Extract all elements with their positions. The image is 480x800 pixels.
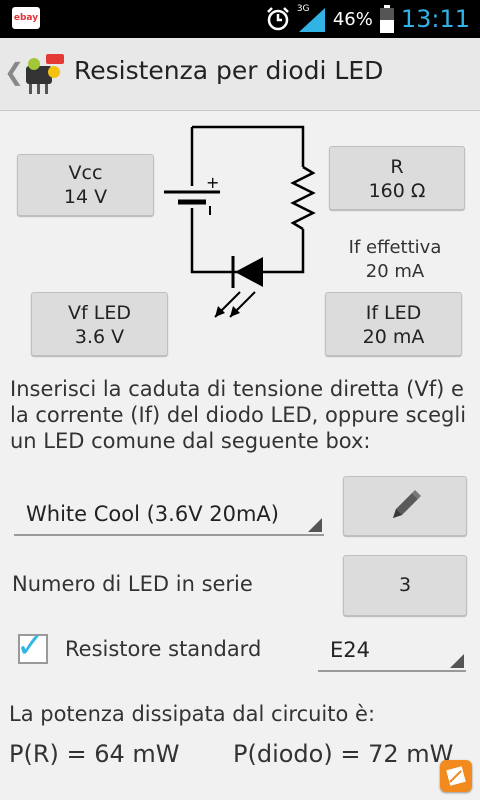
- status-bar: ebay 3G 46% 13:11: [0, 0, 480, 38]
- ebay-notification-icon: ebay: [12, 7, 40, 29]
- led-type-select[interactable]: White Cool (3.6V 20mA): [14, 494, 324, 536]
- standard-resistor-checkbox[interactable]: ✓: [16, 626, 48, 666]
- vcc-value: 14 V: [63, 186, 108, 208]
- if-led-value: 20 mA: [362, 326, 425, 348]
- resistor-symbol: [290, 165, 316, 231]
- if-effective-value: 20 mA: [365, 261, 425, 282]
- pencil-icon: [393, 490, 421, 518]
- if-led-label: If LED: [365, 302, 422, 324]
- if-led-button[interactable]: If LED 20 mA: [325, 292, 462, 356]
- status-right: 3G 46% 13:11: [265, 0, 470, 38]
- e-series-select[interactable]: E24: [318, 630, 466, 672]
- vf-led-button[interactable]: Vf LED 3.6 V: [31, 292, 168, 356]
- resistor-power-value: P(R) = 64 mW: [9, 740, 180, 768]
- vcc-button[interactable]: Vcc 14 V: [17, 154, 154, 216]
- resistor-button[interactable]: R 160 Ω: [329, 146, 465, 210]
- battery-percent: 46%: [332, 8, 373, 30]
- power-title: La potenza dissipata dal circuito è:: [9, 702, 376, 726]
- if-effective: If effettiva 20 mA: [325, 236, 465, 284]
- instructions-text: Inserisci la caduta di tensione diretta …: [10, 377, 467, 453]
- dropdown-arrow-icon: [308, 518, 322, 532]
- e-series-select-value: E24: [330, 638, 370, 662]
- corner-app-shortcut[interactable]: [440, 760, 472, 792]
- series-count-label: Numero di LED in serie: [12, 572, 253, 596]
- battery-plus-sign: +: [206, 173, 219, 192]
- standard-resistor-label: Resistore standard: [65, 637, 262, 661]
- action-bar: ❮ Resistenza per diodi LED: [0, 38, 480, 111]
- page-title: Resistenza per diodi LED: [74, 56, 384, 85]
- vcc-label: Vcc: [68, 162, 103, 184]
- led-type-select-value: White Cool (3.6V 20mA): [26, 502, 279, 526]
- battery-icon: [379, 5, 394, 33]
- led-triangle: [235, 257, 263, 287]
- dropdown-arrow-icon: [450, 654, 464, 668]
- clock-time: 13:11: [400, 5, 470, 33]
- series-count-button[interactable]: 3: [343, 555, 467, 616]
- resistor-label: R: [390, 156, 404, 178]
- vf-led-value: 3.6 V: [74, 326, 125, 348]
- checkmark-icon: ✓: [16, 626, 45, 666]
- series-count-value: 3: [398, 574, 412, 596]
- if-effective-label: If effettiva: [348, 237, 442, 258]
- resistor-value: 160 Ω: [368, 180, 426, 202]
- signal-icon: 3G: [297, 4, 327, 32]
- app-logo-icon[interactable]: [20, 52, 66, 96]
- alarm-clock-icon: [266, 7, 289, 31]
- edit-note-icon: [446, 766, 466, 786]
- diode-power-value: P(diodo) = 72 mW: [233, 740, 454, 768]
- circuit-diagram: +: [164, 125, 316, 318]
- edit-led-button[interactable]: [343, 476, 467, 536]
- vf-led-label: Vf LED: [68, 302, 131, 324]
